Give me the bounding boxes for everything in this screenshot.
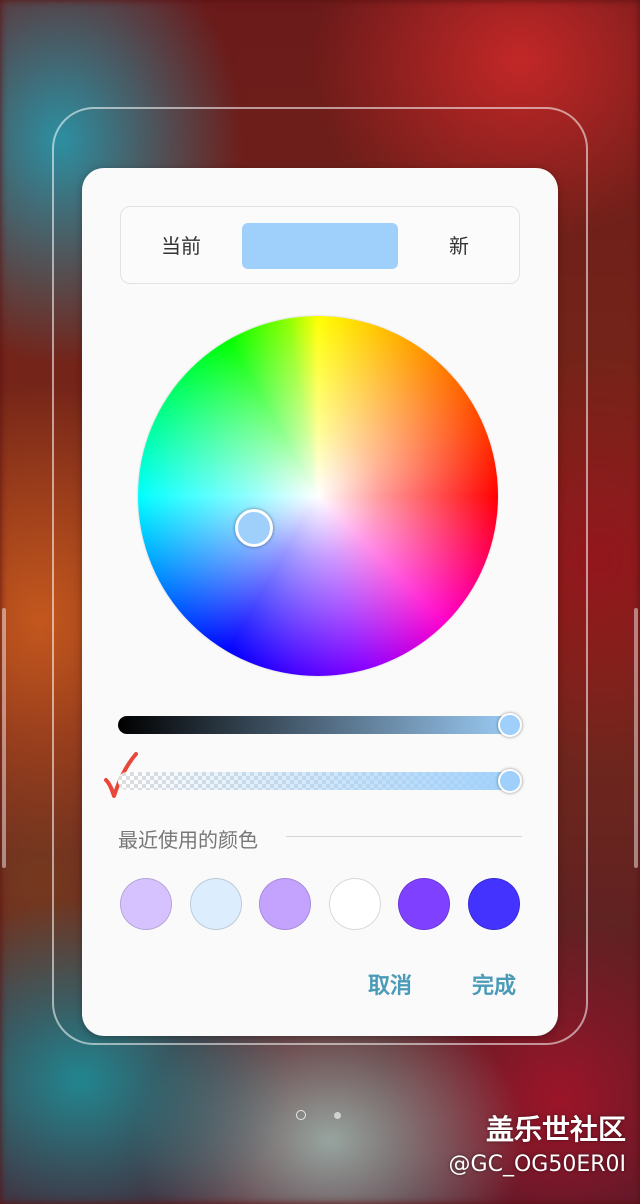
page-dot-current[interactable] xyxy=(296,1110,306,1120)
transparency-slider-knob[interactable] xyxy=(498,769,522,793)
watermark-handle: @GC_OG50ER0I xyxy=(448,1152,626,1177)
left-edge-handle[interactable] xyxy=(2,608,6,868)
color-wheel-container xyxy=(138,316,498,676)
recent-color-swatch[interactable] xyxy=(398,878,451,930)
color-picker-dialog: 当前 新 最近使用的颜色 取消 完成 xyxy=(82,168,558,1036)
new-color-label: 新 xyxy=(449,234,469,258)
recent-color-swatch[interactable] xyxy=(328,878,381,930)
watermark-title: 盖乐世社区 xyxy=(485,1113,626,1146)
brightness-track xyxy=(118,716,522,734)
recent-color-swatch[interactable] xyxy=(468,878,520,930)
new-color-preview xyxy=(242,223,398,269)
recent-colors-divider xyxy=(286,836,522,837)
transparency-track xyxy=(118,772,522,790)
color-wheel[interactable] xyxy=(138,316,498,676)
cancel-button[interactable]: 取消 xyxy=(368,968,412,1000)
recent-colors-row xyxy=(120,878,520,932)
recent-color-swatch[interactable] xyxy=(120,878,172,930)
right-edge-handle[interactable] xyxy=(634,608,638,868)
color-compare-box: 当前 新 xyxy=(120,206,520,284)
recent-color-swatch[interactable] xyxy=(259,878,312,930)
current-color-label: 当前 xyxy=(161,234,201,258)
brightness-slider-knob[interactable] xyxy=(498,713,522,737)
recent-colors-title: 最近使用的颜色 xyxy=(118,828,258,852)
brightness-slider[interactable] xyxy=(118,713,522,737)
color-wheel-handle[interactable] xyxy=(235,509,273,547)
transparency-slider[interactable] xyxy=(118,769,522,793)
page-dot[interactable] xyxy=(334,1112,341,1119)
recent-color-swatch[interactable] xyxy=(189,878,242,930)
done-button[interactable]: 完成 xyxy=(472,968,516,1000)
